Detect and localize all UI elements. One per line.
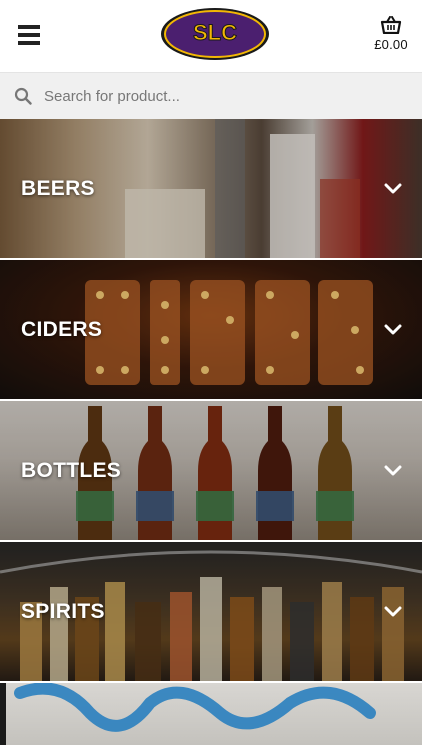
category-aperitif[interactable] xyxy=(0,683,422,745)
menu-button[interactable] xyxy=(18,25,40,45)
category-spirits[interactable]: SPIRITS xyxy=(0,542,422,683)
search-bar xyxy=(0,72,422,119)
category-image-aperitif xyxy=(0,683,422,745)
category-list: BEERS CIDERS BOTTLES SPIRITS xyxy=(0,119,422,745)
logo[interactable]: SLC xyxy=(159,6,271,62)
category-ciders[interactable]: CIDERS xyxy=(0,260,422,401)
chevron-down-icon xyxy=(384,465,402,475)
chevron-down-icon xyxy=(384,183,402,193)
chevron-down-icon xyxy=(384,606,402,616)
category-bottles[interactable]: BOTTLES xyxy=(0,401,422,542)
basket-icon xyxy=(380,16,402,34)
category-beers[interactable]: BEERS xyxy=(0,119,422,260)
category-label: BOTTLES xyxy=(21,458,122,482)
category-label: SPIRITS xyxy=(21,599,105,623)
search-input[interactable] xyxy=(44,82,404,110)
search-icon xyxy=(14,87,32,105)
hamburger-menu-icon xyxy=(18,25,40,29)
category-label: BEERS xyxy=(21,176,95,200)
basket-total: £0.00 xyxy=(374,37,408,52)
chevron-down-icon xyxy=(384,324,402,334)
logo-text: SLC xyxy=(193,20,237,45)
basket-button[interactable]: £0.00 xyxy=(368,16,414,58)
category-label: CIDERS xyxy=(21,317,103,341)
header: SLC £0.00 xyxy=(0,0,422,72)
